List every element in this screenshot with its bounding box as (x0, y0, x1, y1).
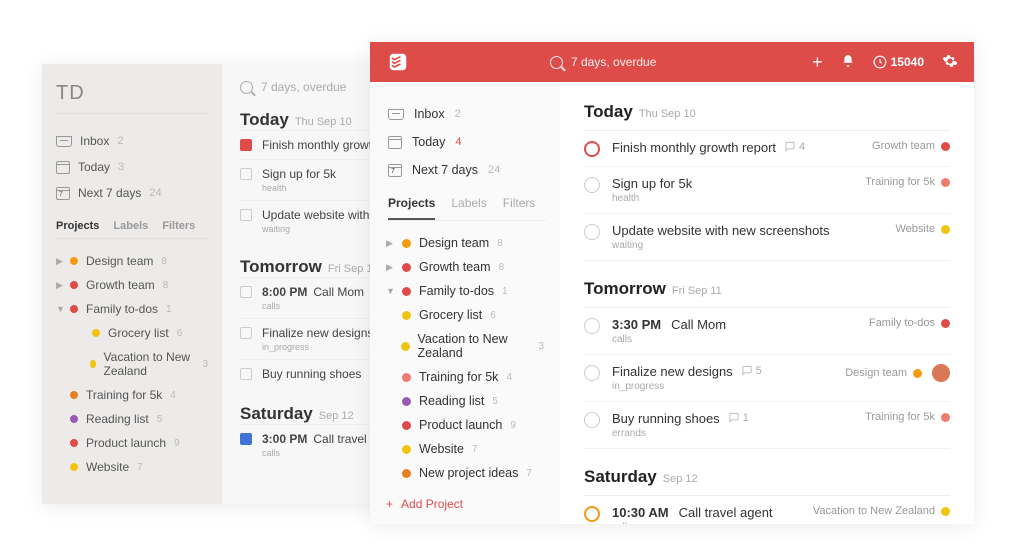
section-title: Today (584, 102, 633, 121)
task-checkbox[interactable] (584, 177, 600, 193)
task-row[interactable]: Sign up for 5khealthTraining for 5k (584, 167, 950, 214)
section-title: Tomorrow (584, 279, 666, 298)
project-item[interactable]: ▼Family to-dos1 (384, 279, 546, 303)
tab-projects[interactable]: Projects (388, 196, 435, 220)
project-item[interactable]: Website7 (384, 437, 546, 461)
project-item[interactable]: Grocery list6 (56, 321, 208, 345)
project-item[interactable]: Product launch9 (384, 413, 546, 437)
task-row[interactable]: Buy running shoes1errandsTraining for 5k (584, 402, 950, 449)
project-item[interactable]: Vacation to New Zealand3 (384, 327, 546, 365)
task-list: TodayThu Sep 10Finish monthly growth rep… (560, 82, 974, 524)
task-row[interactable]: Update website with new screenshotswaiti… (584, 214, 950, 261)
task-checkbox[interactable] (240, 368, 252, 380)
project-item[interactable]: ▶Growth team8 (384, 255, 546, 279)
todoist-window-new: 7 days, overdue + 15040 Inbox2Today47Nex… (370, 42, 974, 524)
sidebar: Inbox2Today47Next 7 days24 Projects Label… (370, 82, 560, 524)
project-item[interactable]: Product launch9 (56, 431, 208, 455)
task-row[interactable]: 3:30 PMCall MomcallsFamily to-dos (584, 308, 950, 355)
project-tag[interactable]: Design team (845, 367, 907, 379)
nav-item-inbox[interactable]: Inbox2 (384, 100, 546, 128)
karma-button[interactable]: 15040 (873, 55, 924, 69)
task-row[interactable]: 10:30 AMCall travel agentcallsVacation t… (584, 496, 950, 524)
task-checkbox[interactable] (240, 286, 252, 298)
task-checkbox[interactable] (584, 506, 600, 522)
task-checkbox[interactable] (240, 327, 252, 339)
task-checkbox[interactable] (584, 141, 600, 157)
assignee-avatar[interactable] (932, 364, 950, 382)
project-item[interactable]: ▼Family to-dos1 (56, 297, 208, 321)
project-item[interactable]: Training for 5k4 (384, 365, 546, 389)
task-checkbox[interactable] (584, 224, 600, 240)
search-icon (550, 56, 563, 69)
task-checkbox[interactable] (584, 318, 600, 334)
task-row[interactable]: Finish monthly growth report4Growth team (584, 131, 950, 167)
app-header: 7 days, overdue + 15040 (370, 42, 974, 82)
tab-filters[interactable]: Filters (503, 196, 536, 220)
nav-item-today[interactable]: Today4 (384, 128, 546, 156)
project-tag[interactable]: Vacation to New Zealand (813, 505, 935, 517)
project-tag[interactable]: Growth team (872, 140, 935, 152)
karma-icon (873, 55, 887, 69)
project-item[interactable]: Grocery list6 (384, 303, 546, 327)
section-title: Saturday (240, 404, 313, 423)
project-item[interactable]: ▶Design team8 (56, 249, 208, 273)
nav-item-next-7-days[interactable]: 7Next 7 days24 (384, 156, 546, 184)
tab-filters[interactable]: Filters (162, 220, 195, 232)
task-checkbox[interactable] (240, 168, 252, 180)
project-item[interactable]: Website7 (56, 455, 208, 479)
tab-labels[interactable]: Labels (451, 196, 486, 220)
settings-button[interactable] (942, 53, 958, 72)
search-icon (240, 81, 253, 94)
section-title: Saturday (584, 467, 657, 486)
nav-item-next-7-days[interactable]: 7Next 7 days24 (56, 180, 208, 206)
app-logo[interactable] (386, 50, 410, 74)
task-checkbox[interactable] (240, 139, 252, 151)
project-tag[interactable]: Website (895, 223, 935, 235)
comment-icon[interactable]: 5 (741, 365, 762, 377)
project-item[interactable]: Vacation to New Zealand3 (56, 345, 208, 383)
search-input[interactable]: 7 days, overdue (550, 55, 812, 69)
plus-icon: + (386, 497, 393, 511)
nav-item-inbox[interactable]: Inbox2 (56, 128, 208, 154)
section-title: Tomorrow (240, 257, 322, 276)
add-task-button[interactable]: + (812, 52, 823, 73)
tab-projects[interactable]: Projects (56, 220, 99, 232)
task-checkbox[interactable] (240, 209, 252, 221)
nav-item-today[interactable]: Today3 (56, 154, 208, 180)
comment-icon[interactable]: 1 (728, 412, 749, 424)
project-tag[interactable]: Training for 5k (865, 411, 935, 423)
comment-icon[interactable]: 4 (784, 141, 805, 153)
project-tag[interactable]: Family to-dos (869, 317, 935, 329)
project-item[interactable]: Reading list5 (384, 389, 546, 413)
task-checkbox[interactable] (584, 365, 600, 381)
bell-icon (841, 54, 855, 68)
project-tag[interactable]: Training for 5k (865, 176, 935, 188)
project-item[interactable]: ▶Growth team8 (56, 273, 208, 297)
app-logo: TD (56, 82, 208, 114)
sidebar: TD Inbox2Today37Next 7 days24 Projects La… (42, 64, 222, 504)
tab-labels[interactable]: Labels (113, 220, 148, 232)
project-item[interactable]: Reading list5 (56, 407, 208, 431)
section-title: Today (240, 110, 289, 129)
project-item[interactable]: New project ideas7 (384, 461, 546, 485)
task-row[interactable]: Finalize new designs5in_progressDesign t… (584, 355, 950, 402)
add-project-button[interactable]: + Add Project (384, 489, 546, 519)
task-checkbox[interactable] (240, 433, 252, 445)
notifications-button[interactable] (841, 54, 855, 71)
project-item[interactable]: ▶Design team8 (384, 231, 546, 255)
gear-icon (942, 53, 958, 69)
task-checkbox[interactable] (584, 412, 600, 428)
project-item[interactable]: Training for 5k4 (56, 383, 208, 407)
